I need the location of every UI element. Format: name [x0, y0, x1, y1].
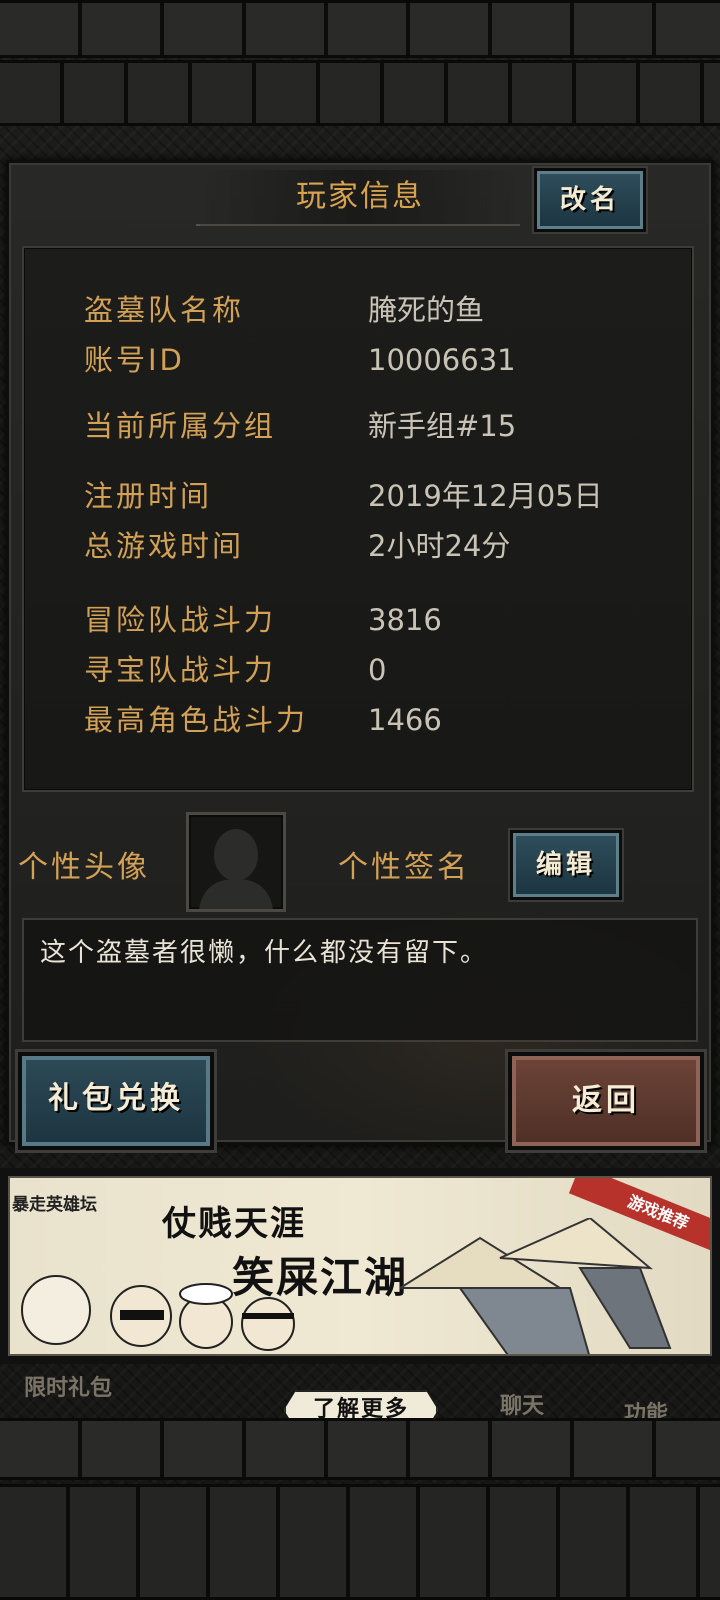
stone-border-bottom — [0, 1418, 720, 1480]
rename-button[interactable]: 改名 — [534, 168, 646, 232]
info-row-treasure-power: 寻宝队战斗力 0 — [24, 650, 696, 690]
info-row-group: 当前所属分组 新手组#15 — [24, 406, 696, 446]
page-title: 玩家信息 — [200, 170, 520, 226]
banner-brand: 暴走英雄坛 — [12, 1195, 97, 1215]
info-row-team-name: 盗墓队名称 腌死的鱼 — [24, 290, 696, 330]
nav-chat[interactable]: 聊天 — [500, 1388, 544, 1420]
swordsman-artwork-icon — [400, 1218, 672, 1354]
info-value: 0 — [368, 653, 387, 687]
signature-label: 个性签名 — [338, 850, 470, 885]
info-value: 2019年12月05日 — [368, 479, 603, 513]
gift-redeem-button[interactable]: 礼包兑换 — [18, 1052, 214, 1150]
info-row-play-time: 总游戏时间 2小时24分 — [24, 526, 696, 566]
info-label: 冒险队战斗力 — [84, 603, 277, 637]
info-row-account-id: 账号ID 10006631 — [24, 340, 696, 380]
avatar-silhouette-icon — [199, 829, 273, 909]
edit-signature-button[interactable]: 编辑 — [510, 830, 622, 900]
stone-border-bottom-lower — [0, 1484, 720, 1600]
signature-text[interactable]: 这个盗墓者很懒，什么都没有留下。 — [22, 918, 698, 1042]
info-value: 3816 — [368, 603, 442, 637]
banner-line-1: 仗贱天涯 — [162, 1204, 306, 1244]
info-row-adventure-power: 冒险队战斗力 3816 — [24, 600, 696, 640]
info-label: 盗墓队名称 — [84, 293, 245, 327]
info-value: 新手组#15 — [368, 409, 517, 443]
info-value: 2小时24分 — [368, 529, 511, 563]
game-recommendation-banner[interactable]: 暴走英雄坛 仗贱天涯 笑屎江湖 游戏推荐 — [0, 1168, 720, 1364]
stone-border-top — [0, 0, 720, 58]
avatar[interactable] — [186, 812, 286, 912]
info-label: 注册时间 — [84, 479, 213, 513]
info-value: 10006631 — [368, 343, 516, 377]
info-label: 当前所属分组 — [84, 409, 277, 443]
stone-border-top-inner — [0, 60, 720, 126]
nav-limited-gift[interactable]: 限时礼包 — [24, 1370, 112, 1402]
info-value: 1466 — [368, 703, 442, 737]
info-label: 寻宝队战斗力 — [84, 653, 277, 687]
info-value: 腌死的鱼 — [368, 293, 485, 327]
info-label: 最高角色战斗力 — [84, 703, 309, 737]
info-box: 盗墓队名称 腌死的鱼 账号ID 10006631 当前所属分组 新手组#15 注… — [22, 246, 694, 792]
banner-artwork: 暴走英雄坛 仗贱天涯 笑屎江湖 游戏推荐 — [8, 1176, 712, 1356]
info-label: 总游戏时间 — [84, 529, 245, 563]
avatar-label: 个性头像 — [18, 850, 150, 885]
info-row-register-time: 注册时间 2019年12月05日 — [24, 476, 696, 516]
back-button[interactable]: 返回 — [508, 1052, 704, 1150]
info-label: 账号ID — [84, 343, 185, 377]
cartoon-faces-icon — [21, 1275, 295, 1351]
info-row-top-character-power: 最高角色战斗力 1466 — [24, 700, 696, 740]
